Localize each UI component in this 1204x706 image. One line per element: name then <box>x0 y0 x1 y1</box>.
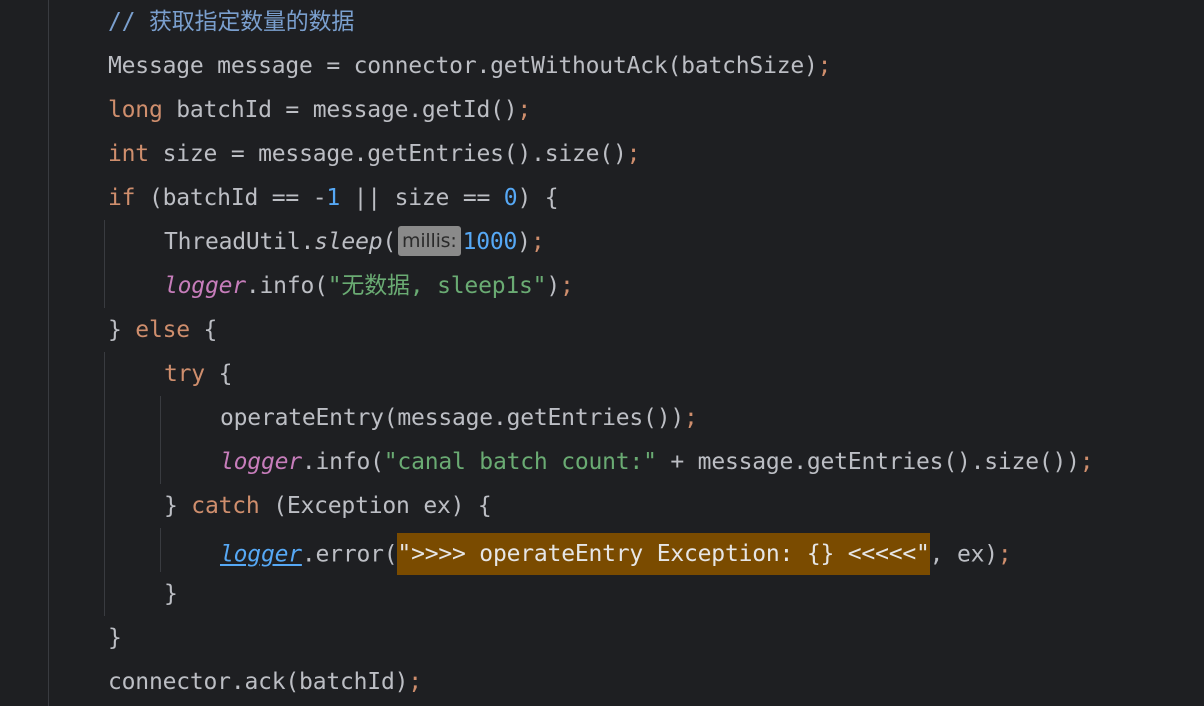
code-text: (batchId == - <box>135 185 327 211</box>
closing-brace: } <box>164 581 178 607</box>
code-text: operateEntry(message.getEntries()) <box>220 405 685 431</box>
code-line-14[interactable]: } <box>164 578 178 610</box>
gutter-guide <box>48 0 49 706</box>
code-line-6[interactable]: ThreadUtil.sleep(millis: 1000); <box>164 225 545 258</box>
code-text: ) { <box>517 185 559 211</box>
code-text: ThreadUtil. <box>164 229 315 255</box>
code-text: ) <box>546 273 560 299</box>
indent-guide-else <box>104 352 105 616</box>
code-line-15[interactable]: } <box>108 622 122 654</box>
code-text: } <box>108 317 136 343</box>
code-text: .info( <box>245 273 328 299</box>
type-name: Message <box>108 53 204 79</box>
code-text: { <box>189 317 218 343</box>
indent-guide-try <box>160 396 161 484</box>
code-text: { <box>204 361 233 387</box>
code-text: size = message.getEntries().size() <box>148 141 627 167</box>
code-line-5[interactable]: if (batchId == -1 || size == 0) { <box>108 182 559 214</box>
code-text: message = connector.getWithoutAck(batchS… <box>203 53 818 79</box>
semicolon: ; <box>1079 449 1094 475</box>
code-text: } <box>164 493 192 519</box>
comment-text: // 获取指定数量的数据 <box>108 9 355 35</box>
code-line-2[interactable]: Message message = connector.getWithoutAc… <box>108 50 832 82</box>
code-line-12[interactable]: } catch (Exception ex) { <box>164 490 492 522</box>
semicolon: ; <box>817 53 832 79</box>
code-line-8[interactable]: } else { <box>108 314 217 346</box>
semicolon: ; <box>517 97 532 123</box>
code-editor[interactable]: // 获取指定数量的数据 Message message = connector… <box>0 0 1204 706</box>
parameter-hint: millis: <box>398 225 461 256</box>
number-literal: 1000 <box>462 229 518 255</box>
code-line-10[interactable]: operateEntry(message.getEntries()); <box>220 402 698 434</box>
keyword: if <box>108 185 136 211</box>
code-line-13[interactable]: logger.error(">>>> operateEntry Exceptio… <box>220 533 1012 575</box>
closing-brace: } <box>108 625 122 651</box>
indent-guide-if <box>104 220 105 308</box>
code-text: ) <box>517 229 531 255</box>
code-text: || size == <box>340 185 504 211</box>
code-text: connector.ack(batchId) <box>108 669 409 695</box>
semicolon: ; <box>684 405 698 431</box>
number-literal: 1 <box>326 185 341 211</box>
string-literal: "无数据, sleep1s" <box>327 273 547 299</box>
code-text: .error( <box>301 541 398 568</box>
highlighted-string-literal[interactable]: ">>>> operateEntry Exception: {} <<<<<" <box>397 533 930 575</box>
code-line-7[interactable]: logger.info("无数据, sleep1s"); <box>164 270 574 302</box>
number-literal: 0 <box>503 185 518 211</box>
semicolon: ; <box>530 229 545 255</box>
code-text: + message.getEntries().size()) <box>656 449 1080 475</box>
code-line-9[interactable]: try { <box>164 358 232 390</box>
field-reference: logger <box>220 449 302 475</box>
code-text: batchId = message.getId() <box>162 97 518 123</box>
keyword: catch <box>191 493 260 519</box>
indent-guide-catch <box>160 528 161 572</box>
code-text: , ex) <box>929 541 998 568</box>
method-call: sleep <box>314 229 383 255</box>
code-text: .info( <box>301 449 384 475</box>
code-text: ( <box>382 229 397 255</box>
field-reference: logger <box>164 273 246 299</box>
keyword: long <box>108 97 163 123</box>
semicolon: ; <box>626 141 641 167</box>
keyword: int <box>108 141 149 167</box>
code-line-3[interactable]: long batchId = message.getId(); <box>108 94 531 126</box>
field-reference-link[interactable]: logger <box>220 542 302 568</box>
code-line-11[interactable]: logger.info("canal batch count:" + messa… <box>220 446 1094 478</box>
semicolon: ; <box>997 541 1012 568</box>
semicolon: ; <box>559 273 574 299</box>
string-literal: "canal batch count:" <box>383 449 657 475</box>
code-line-16[interactable]: connector.ack(batchId); <box>108 666 422 698</box>
code-line-1[interactable]: // 获取指定数量的数据 <box>108 6 354 38</box>
keyword: else <box>135 317 190 343</box>
semicolon: ; <box>408 669 422 695</box>
code-text: (Exception ex) { <box>259 493 492 519</box>
keyword: try <box>164 361 205 387</box>
code-line-4[interactable]: int size = message.getEntries().size(); <box>108 138 640 170</box>
